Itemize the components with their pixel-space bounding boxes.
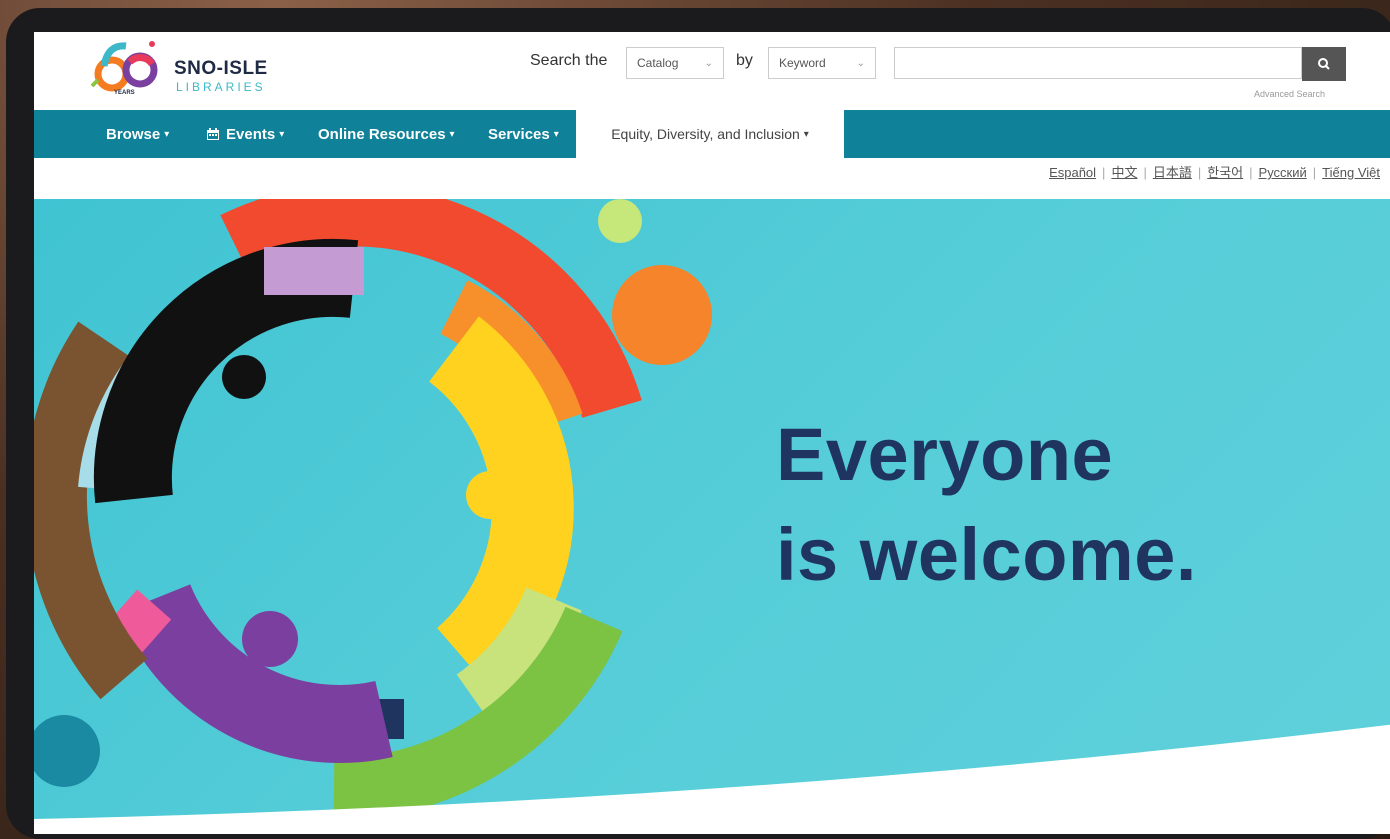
nav-events-label: Events: [226, 125, 276, 143]
nav-services-label: Services: [488, 125, 550, 143]
hero-banner: Everyone is welcome.: [34, 199, 1390, 834]
chevron-down-icon: ▾: [164, 128, 170, 140]
nav-equity-diversity-inclusion[interactable]: Equity, Diversity, and Inclusion ▾: [576, 110, 844, 158]
svg-text:YEARS: YEARS: [114, 90, 135, 96]
hero-heading-line-2: is welcome.: [776, 513, 1197, 596]
lang-link-chinese[interactable]: 中文: [1111, 165, 1137, 180]
divider: |: [1143, 165, 1147, 180]
nav-edi-label: Equity, Diversity, and Inclusion: [611, 126, 800, 142]
divider: |: [1102, 165, 1106, 180]
logo-subtitle: LIBRARIES: [176, 80, 266, 94]
sno-isle-logo[interactable]: YEARS SNO-ISLE LIBRARIES: [90, 36, 270, 98]
tablet-frame: YEARS SNO-ISLE LIBRARIES Search the Cata…: [6, 8, 1390, 839]
lang-link-korean[interactable]: 한국어: [1207, 165, 1243, 180]
chevron-down-icon: ▾: [279, 128, 285, 140]
hero-heading-line-1: Everyone: [776, 413, 1114, 496]
calendar-icon: [207, 128, 219, 140]
search-icon: [1318, 58, 1330, 70]
chevron-down-icon: ⌄: [856, 57, 865, 69]
lang-link-vietnamese[interactable]: Tiếng Việt: [1322, 165, 1380, 180]
search-scope-value: Catalog: [637, 56, 679, 70]
site-header: YEARS SNO-ISLE LIBRARIES Search the Cata…: [34, 32, 1390, 110]
nav-online-resources-label: Online Resources: [318, 125, 446, 143]
search-field-select[interactable]: Keyword ⌄: [768, 47, 876, 79]
advanced-search-link[interactable]: Advanced Search: [1254, 89, 1325, 99]
hero-heading: Everyone is welcome.: [776, 405, 1197, 605]
nav-events[interactable]: Events ▾: [206, 110, 284, 158]
search-label: Search the: [530, 52, 608, 69]
search-button[interactable]: [1302, 47, 1346, 81]
chevron-down-icon: ▾: [449, 128, 455, 140]
nav-browse[interactable]: Browse ▾: [106, 110, 169, 158]
divider: |: [1312, 165, 1317, 180]
search-scope-select[interactable]: Catalog ⌄: [626, 47, 724, 79]
by-label: by: [736, 52, 753, 69]
browser-screen: YEARS SNO-ISLE LIBRARIES Search the Cata…: [34, 32, 1390, 834]
search-input[interactable]: [894, 47, 1302, 79]
chevron-down-icon: ⌄: [704, 57, 713, 69]
language-links: Español | 中文 | 日本語 | 한국어 | Русский | Tiếng Việt: [1049, 162, 1380, 181]
lang-link-spanish[interactable]: Español: [1049, 165, 1096, 180]
logo-name: SNO-ISLE: [174, 58, 268, 79]
divider: |: [1249, 165, 1253, 180]
hero-bottom-curve: [34, 724, 1390, 834]
nav-services[interactable]: Services ▾: [488, 110, 559, 158]
chevron-down-icon: ▾: [803, 128, 809, 140]
search-field-value: Keyword: [779, 56, 826, 70]
nav-browse-label: Browse: [106, 125, 161, 143]
sixty-years-logo-icon: YEARS: [90, 41, 158, 96]
chevron-down-icon: ▾: [553, 128, 559, 140]
lang-link-russian[interactable]: Русский: [1259, 165, 1307, 180]
lang-link-japanese[interactable]: 日本語: [1153, 165, 1192, 180]
nav-online-resources[interactable]: Online Resources ▾: [318, 110, 455, 158]
main-nav: Browse ▾ Events ▾ Online Resources ▾ Ser…: [34, 110, 1390, 158]
divider: |: [1197, 165, 1202, 180]
